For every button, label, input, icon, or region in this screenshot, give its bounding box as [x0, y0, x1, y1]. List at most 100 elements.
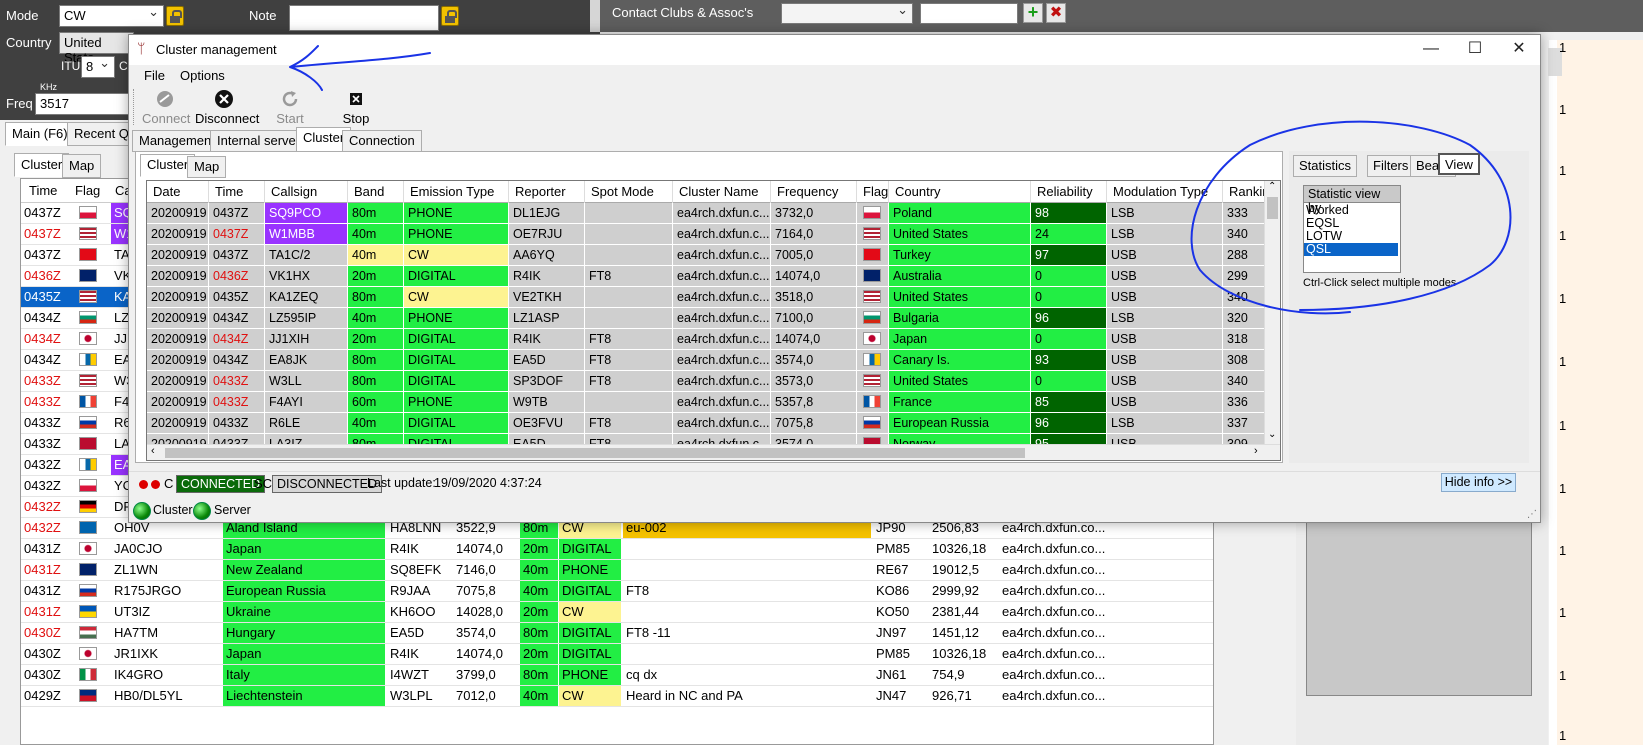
mode-select[interactable]: CW	[59, 4, 164, 27]
cell-band: 40m	[348, 224, 404, 244]
grid-col-band[interactable]: Band	[348, 181, 404, 203]
flag-icon	[863, 227, 881, 240]
mode-lock-icon[interactable]	[166, 6, 184, 26]
tab-bg-cluster[interactable]: Cluster	[14, 153, 70, 177]
row-mode: DIGITAL	[559, 539, 621, 559]
grid-col-frequency[interactable]: Frequency	[771, 181, 857, 203]
grid-col-time[interactable]: Time	[209, 181, 265, 203]
row-time: 0432Z	[24, 520, 61, 535]
resize-grip-icon[interactable]: ⋰	[1527, 509, 1537, 520]
tab-bg-map[interactable]: Map	[62, 154, 102, 178]
cell-modulation: USB	[1107, 266, 1223, 286]
grid-col-cluster-name[interactable]: Cluster Name	[673, 181, 771, 203]
menu-options[interactable]: Options	[180, 68, 225, 83]
cluster-legend-label: Cluster	[153, 503, 193, 517]
note-input[interactable]	[289, 5, 439, 31]
scroll-down-icon[interactable]: ⌄	[1268, 429, 1276, 440]
row-band: 20m	[520, 539, 558, 559]
cell-band: 20m	[348, 266, 404, 286]
grid-col-emission-type[interactable]: Emission Type	[404, 181, 509, 203]
cell-spot-mode	[585, 287, 673, 307]
grid-row[interactable]: 20200919 0437Z SQ9PCO 80m PHONE DL1EJG ea4rch.…	[147, 203, 1265, 224]
list-row[interactable]: 0430Z JR1IXK Japan R4IK 14074,0 20m DIGITAL PM8…	[21, 644, 1213, 665]
country-field[interactable]: United State	[59, 32, 134, 65]
scroll-up-icon[interactable]: ⌃	[1268, 181, 1276, 192]
grid-col-date[interactable]: Date	[147, 181, 209, 203]
spots-grid[interactable]: Date Time Callsign Band Emission Type Reporte…	[146, 180, 1281, 461]
grid-col-spot-mode[interactable]: Spot Mode	[585, 181, 673, 203]
disconnect-button[interactable]: Disconnect	[195, 89, 259, 126]
clubs-input[interactable]	[920, 3, 1018, 24]
note-lock-icon[interactable]	[441, 6, 459, 26]
col-time[interactable]: Time	[29, 183, 57, 198]
grid-col-rankin[interactable]: Rankin	[1223, 181, 1265, 203]
grid-row[interactable]: 20200919 0433Z W3LL 80m DIGITAL SP3DOF FT8 ea4r…	[147, 371, 1265, 392]
grid-vertical-scrollbar[interactable]: ⌃ ⌄	[1264, 181, 1280, 445]
cell-emission: PHONE	[404, 224, 509, 244]
far-right-number: 1	[1559, 668, 1567, 683]
grid-row[interactable]: 20200919 0434Z EA8JK 80m DIGITAL EA5D FT8 ea4rc…	[147, 350, 1265, 371]
list-row[interactable]: 0430Z HA7TM Hungary EA5D 3574,0 80m DIGITAL FT8…	[21, 623, 1213, 644]
clubs-select[interactable]	[781, 2, 913, 24]
grid-col-modulation-type[interactable]: Modulation Type	[1107, 181, 1223, 203]
grid-row[interactable]: 20200919 0435Z KA1ZEQ 80m CW VE2TKH ea4rch.dxf…	[147, 287, 1265, 308]
grid-row[interactable]: 20200919 0434Z LZ595IP 40m PHONE LZ1ASP ea4rch…	[147, 308, 1265, 329]
hide-info-button[interactable]: Hide info >>	[1441, 473, 1516, 492]
grid-row[interactable]: 20200919 0433Z F4AYI 60m PHONE W9TB ea4rch.dxf…	[147, 392, 1265, 413]
cell-band: 80m	[348, 350, 404, 370]
row-frequency: 7146,0	[456, 562, 496, 577]
tab-connection[interactable]: Connection	[342, 130, 422, 152]
stat-item-qsl[interactable]: QSL	[1304, 243, 1398, 256]
cell-frequency: 3518,0	[771, 287, 857, 307]
list-row[interactable]: 0431Z R175JRGO European Russia R9JAA 7075,8 4…	[21, 581, 1213, 602]
grid-row[interactable]: 20200919 0434Z JJ1XIH 20m DIGITAL R4IK FT8 ea4r…	[147, 329, 1265, 350]
add-club-icon[interactable]: +	[1023, 3, 1043, 23]
scroll-left-icon[interactable]: ‹	[151, 445, 155, 457]
remove-club-icon[interactable]: ✖	[1046, 3, 1066, 23]
row-distance: 10326,18	[932, 646, 987, 661]
cell-modulation: LSB	[1107, 413, 1223, 433]
grid-row[interactable]: 20200919 0433Z R6LE 40m DIGITAL OE3FVU FT8 ea4r…	[147, 413, 1265, 434]
grid-col-reporter[interactable]: Reporter	[509, 181, 585, 203]
dialog-titlebar[interactable]: ᛘ Cluster management — ☐ ✕	[129, 35, 1540, 65]
list-row[interactable]: 0430Z IK4GRO Italy I4WZT 3799,0 80m PHONE cq dx…	[21, 665, 1213, 686]
grid-row[interactable]: 20200919 0437Z W1MBB 40m PHONE OE7RJU ea4rch.d…	[147, 224, 1265, 245]
cell-callsign: KA1ZEQ	[265, 287, 348, 307]
tab-filters[interactable]: Filters	[1367, 155, 1415, 177]
grid-col-reliability[interactable]: Reliability	[1031, 181, 1107, 203]
cell-frequency: 3732,0	[771, 203, 857, 223]
freq-input[interactable]: 3517	[35, 93, 130, 115]
list-row[interactable]: 0431Z UT3IZ Ukraine KH6OO 14028,0 20m CW KO50 23…	[21, 602, 1213, 623]
tab-internal-server[interactable]: Internal server	[210, 130, 308, 152]
tab-view[interactable]: View	[1438, 153, 1480, 175]
tab-recent-qsos[interactable]: Recent QS	[67, 122, 131, 146]
hscroll-thumb[interactable]	[165, 448, 1025, 458]
grid-col-flag[interactable]: Flag	[857, 181, 889, 203]
grid-horizontal-scrollbar[interactable]: ‹ ›	[147, 444, 1280, 460]
grid-row[interactable]: 20200919 0437Z TA1C/2 40m CW AA6YQ ea4rch.dxfu…	[147, 245, 1265, 266]
cell-country: France	[889, 392, 1031, 412]
maximize-icon[interactable]: ☐	[1453, 35, 1497, 65]
tab-management[interactable]: Management	[132, 130, 222, 152]
col-flag[interactable]: Flag	[75, 183, 100, 198]
tab-main[interactable]: Main (F6)	[5, 122, 75, 146]
minimize-icon[interactable]: —	[1409, 35, 1453, 65]
itu-select[interactable]: 8	[81, 55, 115, 78]
grid-col-callsign[interactable]: Callsign	[265, 181, 348, 203]
scroll-right-icon[interactable]: ›	[1254, 445, 1258, 457]
cell-time: 0437Z	[209, 245, 265, 265]
list-row[interactable]: 0431Z ZL1WN New Zealand SQ8EFK 7146,0 40m PHON…	[21, 560, 1213, 581]
row-time: 0431Z	[24, 541, 61, 556]
grid-col-country[interactable]: Country	[889, 181, 1031, 203]
list-row[interactable]: 0429Z HB0/DL5YL Liechtenstein W3LPL 7012,0 40…	[21, 686, 1213, 707]
scroll-thumb[interactable]	[1267, 197, 1278, 219]
list-row[interactable]: 0431Z JA0CJO Japan R4IK 14074,0 20m DIGITAL PM8…	[21, 539, 1213, 560]
connect-button[interactable]: Connect	[142, 89, 190, 126]
close-icon[interactable]: ✕	[1497, 35, 1541, 65]
grid-row[interactable]: 20200919 0436Z VK1HX 20m DIGITAL R4IK FT8 ea4rc…	[147, 266, 1265, 287]
statistic-view-header: Statistic view by	[1303, 185, 1401, 215]
freq-label: Freq	[6, 96, 33, 111]
menu-file[interactable]: File	[144, 68, 165, 83]
tab-inner-map[interactable]: Map	[187, 156, 227, 178]
tab-statistics[interactable]: Statistics	[1293, 155, 1358, 177]
